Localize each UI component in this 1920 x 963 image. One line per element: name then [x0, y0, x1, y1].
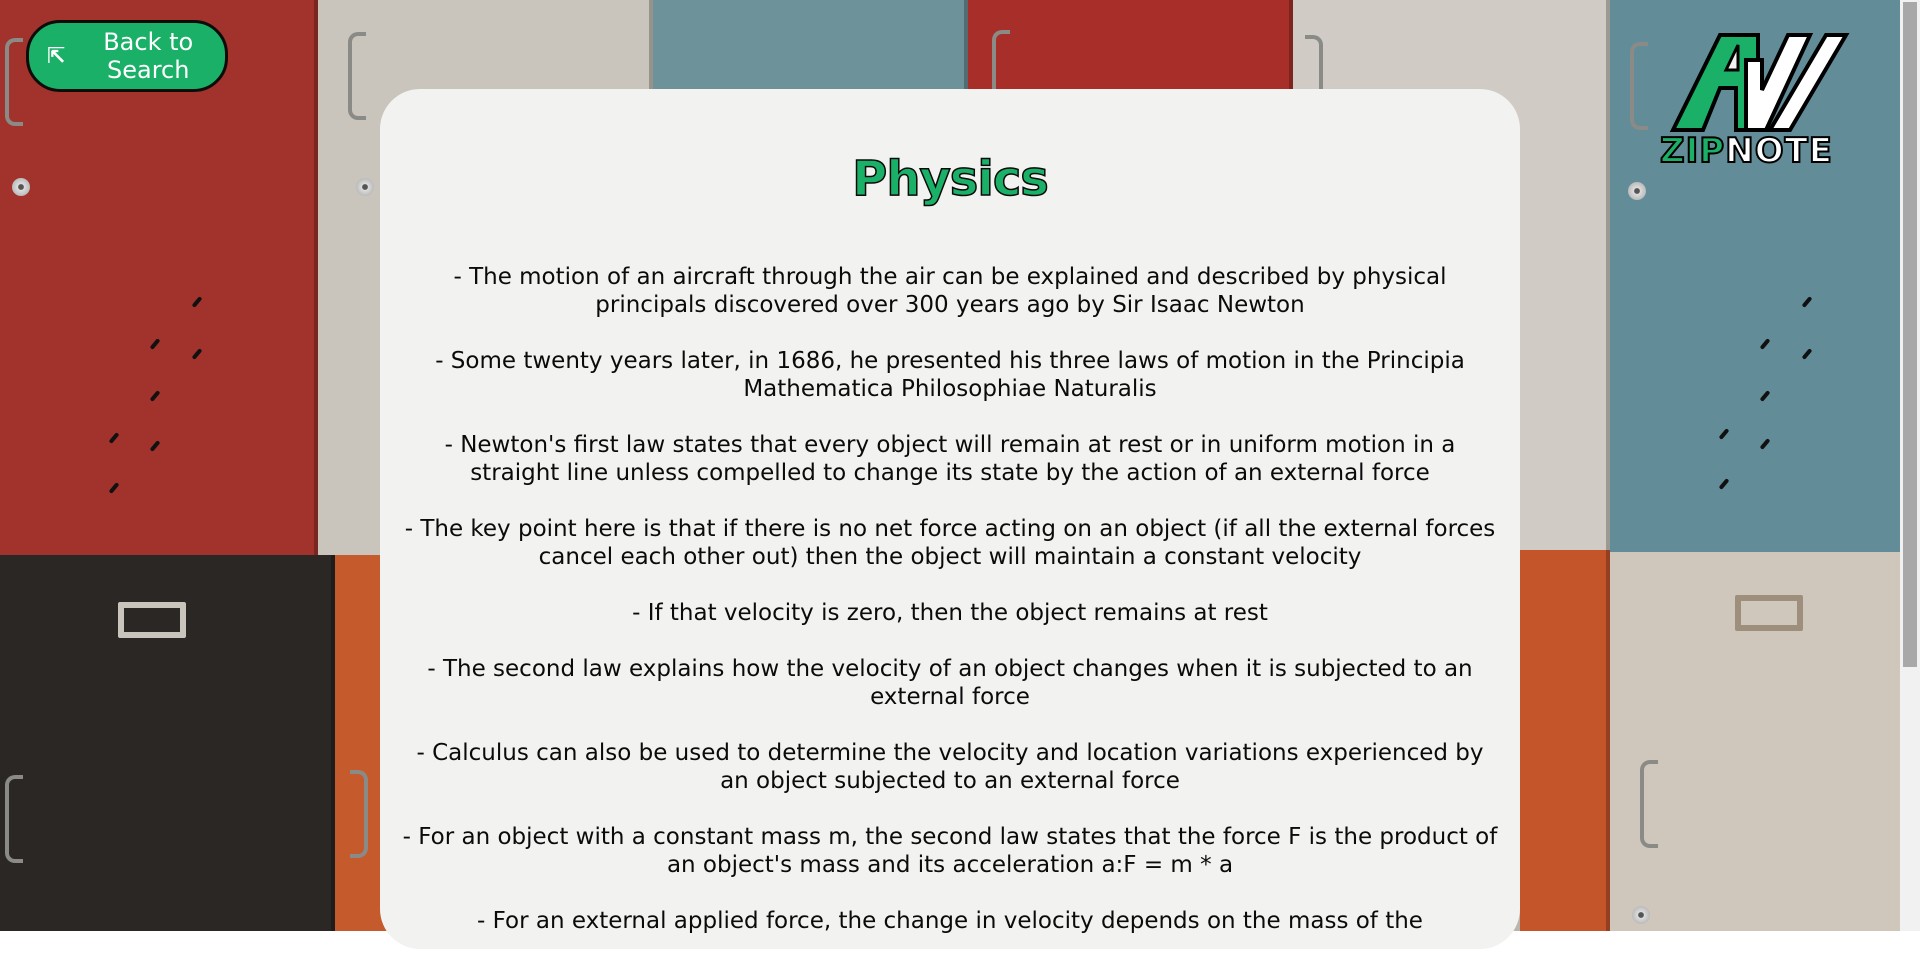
locker-door — [968, 0, 1293, 95]
note-item: - Calculus can also be used to determine… — [416, 740, 1484, 794]
locker-handle — [348, 32, 366, 120]
locker-door — [653, 0, 968, 95]
notes-list: - The motion of an aircraft through the … — [400, 263, 1500, 963]
locker-label-plate — [1735, 595, 1803, 631]
note-item: - The motion of an aircraft through the … — [453, 264, 1447, 318]
locker-lock — [1628, 182, 1646, 200]
back-arrow-icon: ⇱ — [47, 43, 66, 69]
zipnote-logo-icon — [1669, 33, 1850, 132]
note-item: - The key point here is that if there is… — [404, 516, 1496, 570]
locker-handle — [350, 770, 368, 858]
logo-wordmark: ZIPNOTE — [1659, 131, 1834, 171]
note-item: - If that velocity is zero, then the obj… — [632, 600, 1268, 626]
scrollbar-thumb[interactable] — [1903, 2, 1917, 667]
back-to-search-button[interactable]: ⇱ Back to Search — [26, 20, 228, 92]
note-item: - The second law explains how the veloci… — [427, 656, 1473, 710]
locker-lock — [12, 178, 30, 196]
locker-handle — [1630, 42, 1648, 130]
note-item: - Some twenty years later, in 1686, he p… — [435, 348, 1465, 402]
locker-handle — [1640, 760, 1658, 848]
note-item: - For an object with a constant mass m, … — [402, 824, 1498, 878]
back-to-search-label: Back to Search — [103, 28, 194, 84]
locker-lock — [1632, 906, 1650, 924]
locker-handle — [5, 38, 23, 126]
locker-door — [1520, 550, 1610, 931]
zipnote-logo[interactable]: ZIPNOTE — [1658, 30, 1858, 175]
locker-handle — [5, 775, 23, 863]
page-scrollbar[interactable] — [1900, 0, 1920, 931]
locker-label-plate — [118, 602, 186, 638]
note-card: Physics - The motion of an aircraft thro… — [380, 89, 1520, 949]
page-title: Physics — [851, 150, 1049, 208]
locker-lock — [356, 178, 374, 196]
note-item: - Newton's first law states that every o… — [444, 432, 1456, 486]
